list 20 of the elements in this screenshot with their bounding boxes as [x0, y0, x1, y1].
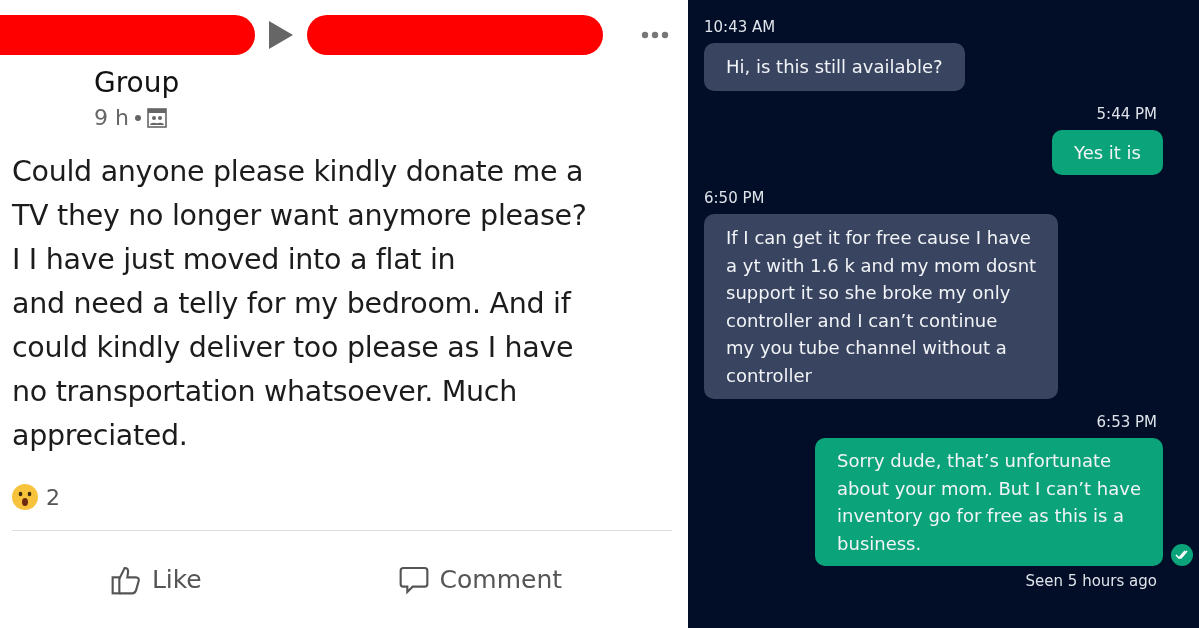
post-age: 9 h	[94, 105, 129, 130]
triangle-arrow-icon	[269, 21, 293, 49]
seen-status: Seen 5 hours ago	[1025, 572, 1157, 590]
sent-message: Sorry dude, that’s unfortunate about your mom. But I can’t have inventory go for free as this is a business.	[815, 438, 1163, 566]
message-time: 5:44 PM	[1096, 104, 1157, 123]
like-button[interactable]: Like	[105, 559, 206, 600]
dot-icon	[134, 114, 141, 121]
received-message: If I can get it for free cause I have a yt with 1.6 k and my mom dosnt support it so she broke my only controller and I can’t continue my you tube channel without a controller	[704, 214, 1059, 399]
more-options-icon[interactable]	[641, 31, 669, 39]
surprised-face-icon	[12, 484, 38, 510]
sent-message: Yes it is	[1052, 129, 1163, 175]
message-time: 6:53 PM	[1096, 413, 1157, 431]
post-text: Could anyone please kindly donate me a TV they no longer want anymore please? I I have just moved into a flat in and need a telly for my bedroom. And if could kindly deliver too please as I have no transportation whatsoever. Much appreciated.	[12, 154, 588, 454]
comment-button[interactable]: Comment	[393, 559, 567, 600]
group-people-icon	[146, 107, 167, 128]
message-time: 10:43 AM	[704, 18, 776, 36]
group-label: Group	[94, 66, 181, 99]
message-time: 6:50 PM	[704, 189, 765, 207]
received-message: Hi, is this still available?	[704, 43, 965, 91]
reaction-count: 2	[46, 484, 60, 510]
